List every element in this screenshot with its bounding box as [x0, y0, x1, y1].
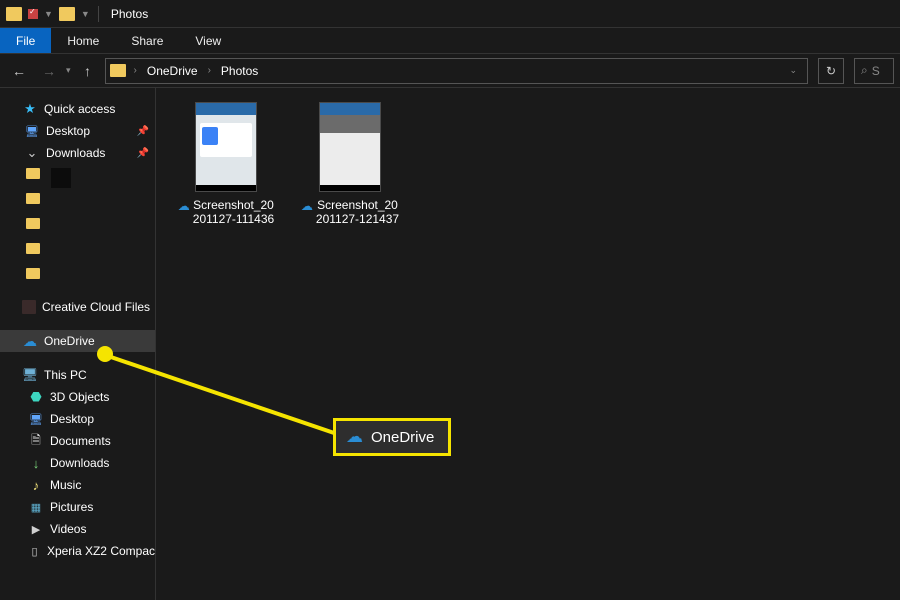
sidebar-item-desktop[interactable]: 🖥 Desktop 📌	[0, 120, 155, 142]
video-icon: ▶	[28, 521, 44, 537]
sidebar-item-phone[interactable]: ▯ Xperia XZ2 Compac	[0, 540, 155, 562]
folder-icon	[6, 7, 22, 21]
tab-home[interactable]: Home	[51, 28, 115, 53]
sidebar-item-this-pc[interactable]: 🖥 This PC	[0, 364, 155, 386]
sidebar-item-music[interactable]: ♪ Music	[0, 474, 155, 496]
recent-folders-grid	[26, 164, 155, 296]
creative-cloud-icon	[22, 300, 36, 314]
chevron-right-icon[interactable]: ›	[204, 65, 215, 76]
sidebar-item-3d-objects[interactable]: ⬣ 3D Objects	[0, 386, 155, 408]
sidebar-item-creative-cloud[interactable]: Creative Cloud Files	[0, 296, 155, 318]
sidebar-item-label: Videos	[50, 522, 86, 536]
file-item[interactable]: ☁ Screenshot_20201127-111436	[176, 102, 276, 226]
sidebar-item-label: Downloads	[50, 456, 109, 470]
breadcrumb[interactable]: OneDrive	[143, 64, 202, 78]
file-tab[interactable]: File	[0, 28, 51, 53]
refresh-button[interactable]: ↻	[818, 58, 844, 84]
tab-view[interactable]: View	[179, 28, 237, 53]
file-thumbnail	[195, 102, 257, 192]
sidebar-item-label: Creative Cloud Files	[42, 300, 150, 314]
sidebar-item-label: OneDrive	[44, 334, 95, 348]
qat-customize-icon[interactable]: ▼	[81, 9, 90, 19]
pictures-icon: ▦	[28, 499, 44, 515]
annotation-label: OneDrive	[371, 429, 434, 446]
breadcrumb[interactable]: Photos	[217, 64, 262, 78]
qat-new-folder-icon[interactable]	[59, 7, 75, 21]
cube-icon: ⬣	[28, 389, 44, 405]
sidebar-item-label: Xperia XZ2 Compac	[47, 544, 155, 558]
file-thumbnail	[319, 102, 381, 192]
sidebar-item-label: Music	[50, 478, 81, 492]
folder-icon[interactable]	[26, 168, 40, 179]
download-icon: ↓	[28, 455, 44, 471]
address-bar[interactable]: › OneDrive › Photos ⌄	[105, 58, 808, 84]
navigation-row: ← → ▾ ↑ › OneDrive › Photos ⌄ ↻ ⌕ S	[0, 54, 900, 88]
address-dropdown-icon[interactable]: ⌄	[783, 65, 803, 76]
folder-icon[interactable]	[26, 218, 40, 229]
recent-locations-dropdown[interactable]: ▾	[66, 65, 71, 76]
sidebar-item-quick-access[interactable]: ★ Quick access	[0, 98, 155, 120]
title-bar: ▼ ▼ Photos	[0, 0, 900, 28]
sidebar-item-label: Desktop	[46, 124, 90, 138]
sidebar-item-label: Documents	[50, 434, 111, 448]
search-icon: ⌕	[861, 63, 868, 78]
sidebar-item-documents[interactable]: 🗎 Documents	[0, 430, 155, 452]
cloud-status-icon: ☁	[301, 199, 313, 213]
sidebar-item-label: This PC	[44, 368, 87, 382]
sidebar-item-downloads[interactable]: ⌄ Downloads 📌	[0, 142, 155, 164]
window-title: Photos	[107, 7, 148, 21]
sidebar-item-label: Downloads	[46, 146, 105, 160]
sidebar-item-label: Quick access	[44, 102, 115, 116]
search-box[interactable]: ⌕ S	[854, 58, 894, 84]
onedrive-icon: ☁	[22, 333, 38, 349]
sidebar-item-pictures[interactable]: ▦ Pictures	[0, 496, 155, 518]
desktop-icon: 🖥	[24, 123, 40, 139]
search-placeholder: S	[872, 64, 880, 78]
chevron-right-icon[interactable]: ›	[130, 65, 141, 76]
onedrive-icon: ☁	[346, 427, 363, 447]
folder-icon[interactable]	[26, 243, 40, 254]
cloud-status-icon: ☁	[178, 199, 190, 213]
folder-icon[interactable]	[26, 268, 40, 279]
sidebar-item-label: Pictures	[50, 500, 93, 514]
address-folder-icon	[110, 64, 126, 77]
main-area: ★ Quick access 🖥 Desktop 📌 ⌄ Downloads 📌…	[0, 88, 900, 600]
chevron-down-icon: ⌄	[24, 145, 40, 161]
desktop-icon: 🖥	[28, 411, 44, 427]
pin-icon: 📌	[137, 148, 149, 159]
sidebar-item-onedrive[interactable]: ☁ OneDrive	[0, 330, 155, 352]
back-button[interactable]: ←	[6, 58, 32, 84]
qat-dropdown-icon[interactable]: ▼	[44, 9, 53, 19]
folder-icon[interactable]	[26, 193, 40, 204]
music-icon: ♪	[28, 477, 44, 493]
star-icon: ★	[22, 101, 38, 117]
annotation-callout: ☁ OneDrive	[333, 418, 451, 456]
forward-button[interactable]: →	[36, 58, 62, 84]
sidebar-item-videos[interactable]: ▶ Videos	[0, 518, 155, 540]
phone-icon: ▯	[28, 543, 41, 559]
sidebar-item-pc-downloads[interactable]: ↓ Downloads	[0, 452, 155, 474]
quick-access-toolbar: ▼ ▼	[0, 6, 107, 22]
sidebar-item-pc-desktop[interactable]: 🖥 Desktop	[0, 408, 155, 430]
file-list-pane[interactable]: ☁ Screenshot_20201127-111436 ☁ Screensho…	[156, 88, 900, 600]
document-icon: 🗎	[28, 433, 44, 449]
sidebar-item-label: 3D Objects	[50, 390, 109, 404]
separator	[98, 6, 99, 22]
file-item[interactable]: ☁ Screenshot_20201127-121437	[300, 102, 400, 226]
file-name: Screenshot_20201127-121437	[316, 198, 399, 226]
pc-icon: 🖥	[22, 367, 38, 383]
up-button[interactable]: ↑	[75, 58, 101, 84]
qat-properties-icon[interactable]	[28, 9, 38, 19]
navigation-pane: ★ Quick access 🖥 Desktop 📌 ⌄ Downloads 📌…	[0, 88, 156, 600]
ribbon-tabs: File Home Share View	[0, 28, 900, 54]
pin-icon: 📌	[137, 126, 149, 137]
sidebar-item-label: Desktop	[50, 412, 94, 426]
tab-share[interactable]: Share	[115, 28, 179, 53]
redacted-block	[51, 168, 71, 188]
file-name: Screenshot_20201127-111436	[193, 198, 274, 226]
